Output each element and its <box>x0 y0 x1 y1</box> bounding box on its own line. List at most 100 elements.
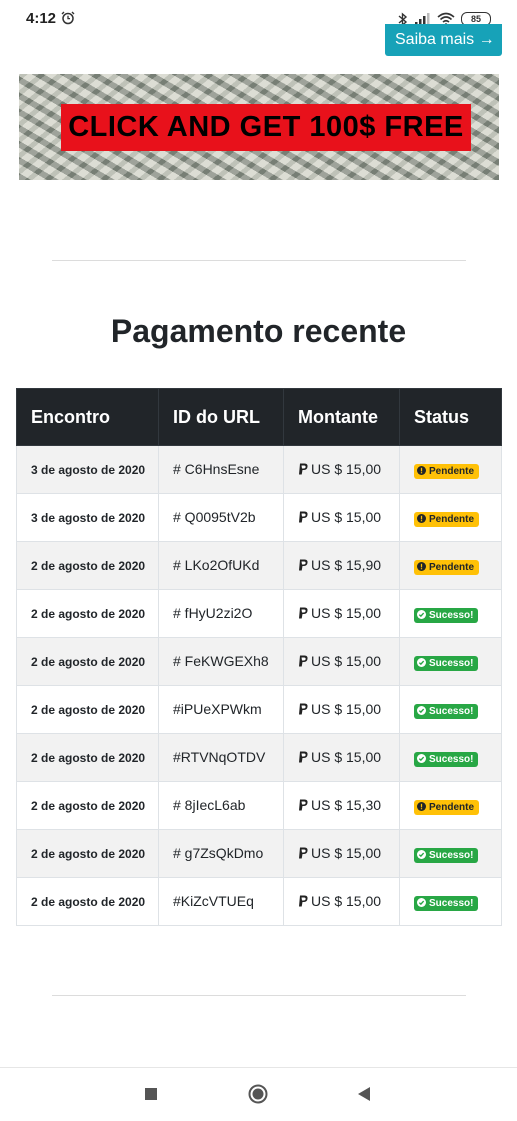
cell-date: 2 de agosto de 2020 <box>16 685 159 734</box>
cell-date: 2 de agosto de 2020 <box>16 733 159 782</box>
paypal-icon <box>298 510 309 522</box>
saiba-mais-button[interactable]: Saiba mais → <box>385 24 502 56</box>
cell-status: Pendente <box>399 541 502 590</box>
payment-url-id: # LKo2OfUKd <box>173 556 260 573</box>
status-badge: Sucesso! <box>414 847 479 863</box>
alarm-icon <box>61 11 75 25</box>
cell-status: Pendente <box>399 493 502 542</box>
payment-date: 2 de agosto de 2020 <box>31 894 146 909</box>
cell-url-id: # LKo2OfUKd <box>158 541 284 590</box>
saiba-mais-label: Saiba mais → <box>395 31 495 48</box>
status-badge-label: Pendente <box>429 465 475 477</box>
check-circle-icon <box>417 657 429 669</box>
cell-date: 2 de agosto de 2020 <box>16 877 159 926</box>
exclamation-circle-icon <box>417 561 429 573</box>
payment-date: 2 de agosto de 2020 <box>31 558 146 573</box>
payment-amount: US $ 15,00 <box>311 892 382 909</box>
cell-date: 2 de agosto de 2020 <box>16 829 159 878</box>
payment-url-id: #iPUeXPWkm <box>173 700 262 717</box>
cell-url-id: # 8jIecL6ab <box>158 781 284 830</box>
payment-url-id: # g7ZsQkDmo <box>173 844 264 861</box>
table-row: 2 de agosto de 2020 #iPUeXPWkm US $ 15,00 S… <box>16 685 502 734</box>
status-badge-label: Pendente <box>429 801 475 813</box>
cell-url-id: # Q0095tV2b <box>158 493 284 542</box>
check-circle-icon <box>417 849 429 861</box>
status-badge-label: Sucesso! <box>429 705 474 717</box>
section-title: Pagamento recente <box>110 313 407 349</box>
table-row: 2 de agosto de 2020 # FeKWGEXh8 US $ 15,00… <box>16 637 502 686</box>
cell-status: Sucesso! <box>399 637 502 686</box>
status-badge: Pendente <box>414 511 480 527</box>
cell-date: 2 de agosto de 2020 <box>16 637 159 686</box>
cell-amount: US $ 15,00 <box>283 589 400 638</box>
payment-date: 3 de agosto de 2020 <box>31 510 146 525</box>
payment-url-id: # 8jIecL6ab <box>173 796 246 813</box>
payment-amount: US $ 15,90 <box>311 556 382 573</box>
cell-date: 3 de agosto de 2020 <box>16 493 159 542</box>
status-badge: Sucesso! <box>414 607 479 623</box>
table-row: 2 de agosto de 2020 # g7ZsQkDmo US $ 15,00… <box>16 829 502 878</box>
status-badge: Pendente <box>414 559 480 575</box>
table-body: 3 de agosto de 2020 # C6HnsEsne US $ 15,00… <box>16 445 502 926</box>
payment-url-id: # Q0095tV2b <box>173 508 256 525</box>
cell-date: 2 de agosto de 2020 <box>16 541 159 590</box>
payment-date: 3 de agosto de 2020 <box>31 462 146 477</box>
cell-amount: US $ 15,90 <box>283 541 400 590</box>
payment-date: 2 de agosto de 2020 <box>31 606 146 621</box>
payment-amount: US $ 15,00 <box>311 508 382 525</box>
paypal-icon <box>298 702 309 714</box>
check-circle-icon <box>417 897 429 909</box>
promo-banner[interactable]: CLICK AND GET 100$ FREE <box>19 74 499 180</box>
table-row: 2 de agosto de 2020 # 8jIecL6ab US $ 15,30… <box>16 781 502 830</box>
cell-status: Sucesso! <box>399 829 502 878</box>
paypal-icon <box>298 558 309 570</box>
paypal-icon <box>298 894 309 906</box>
divider-bottom <box>52 995 466 996</box>
table-row: 2 de agosto de 2020 # fHyU2zi2O US $ 15,00… <box>16 589 502 638</box>
cell-url-id: #iPUeXPWkm <box>158 685 284 734</box>
payment-amount: US $ 15,00 <box>311 748 382 765</box>
cell-url-id: # FeKWGEXh8 <box>158 637 284 686</box>
payment-date: 2 de agosto de 2020 <box>31 654 146 669</box>
status-badge: Sucesso! <box>414 895 479 911</box>
system-nav-bar <box>0 1067 517 1121</box>
payment-amount: US $ 15,00 <box>311 700 382 717</box>
cell-date: 3 de agosto de 2020 <box>16 445 159 494</box>
payment-amount: US $ 15,00 <box>311 652 382 669</box>
status-badge-label: Sucesso! <box>429 753 474 765</box>
status-badge: Sucesso! <box>414 751 479 767</box>
back-triangle-icon[interactable] <box>357 1086 371 1102</box>
payments-table: Encontro ID do URL Montante Status 3 de … <box>16 388 502 926</box>
home-circle-icon[interactable] <box>248 1084 268 1104</box>
status-badge: Pendente <box>414 799 480 815</box>
recents-square-icon[interactable] <box>145 1088 157 1100</box>
payment-date: 2 de agosto de 2020 <box>31 846 146 861</box>
banner-text: CLICK AND GET 100$ FREE <box>61 104 471 151</box>
status-badge: Sucesso! <box>414 655 479 671</box>
table-row: 3 de agosto de 2020 # Q0095tV2b US $ 15,00… <box>16 493 502 542</box>
cell-status: Sucesso! <box>399 589 502 638</box>
cell-amount: US $ 15,00 <box>283 685 400 734</box>
status-badge-label: Sucesso! <box>429 897 474 909</box>
status-badge-label: Sucesso! <box>429 849 474 861</box>
cell-amount: US $ 15,00 <box>283 493 400 542</box>
paypal-icon <box>298 606 309 618</box>
exclamation-circle-icon <box>417 513 429 525</box>
cell-status: Pendente <box>399 781 502 830</box>
status-badge-label: Sucesso! <box>429 609 474 621</box>
cell-amount: US $ 15,00 <box>283 877 400 926</box>
header-montante: Montante <box>283 388 400 446</box>
check-circle-icon <box>417 705 429 717</box>
status-badge-label: Pendente <box>429 561 475 573</box>
status-badge-label: Sucesso! <box>429 657 474 669</box>
table-header-row: Encontro ID do URL Montante Status <box>16 388 502 446</box>
exclamation-circle-icon <box>417 465 429 477</box>
paypal-icon <box>298 654 309 666</box>
cell-status: Sucesso! <box>399 733 502 782</box>
paypal-icon <box>298 798 309 810</box>
status-badge: Sucesso! <box>414 703 479 719</box>
cell-status: Pendente <box>399 445 502 494</box>
cell-date: 2 de agosto de 2020 <box>16 781 159 830</box>
divider-top <box>52 260 466 261</box>
check-circle-icon <box>417 609 429 621</box>
